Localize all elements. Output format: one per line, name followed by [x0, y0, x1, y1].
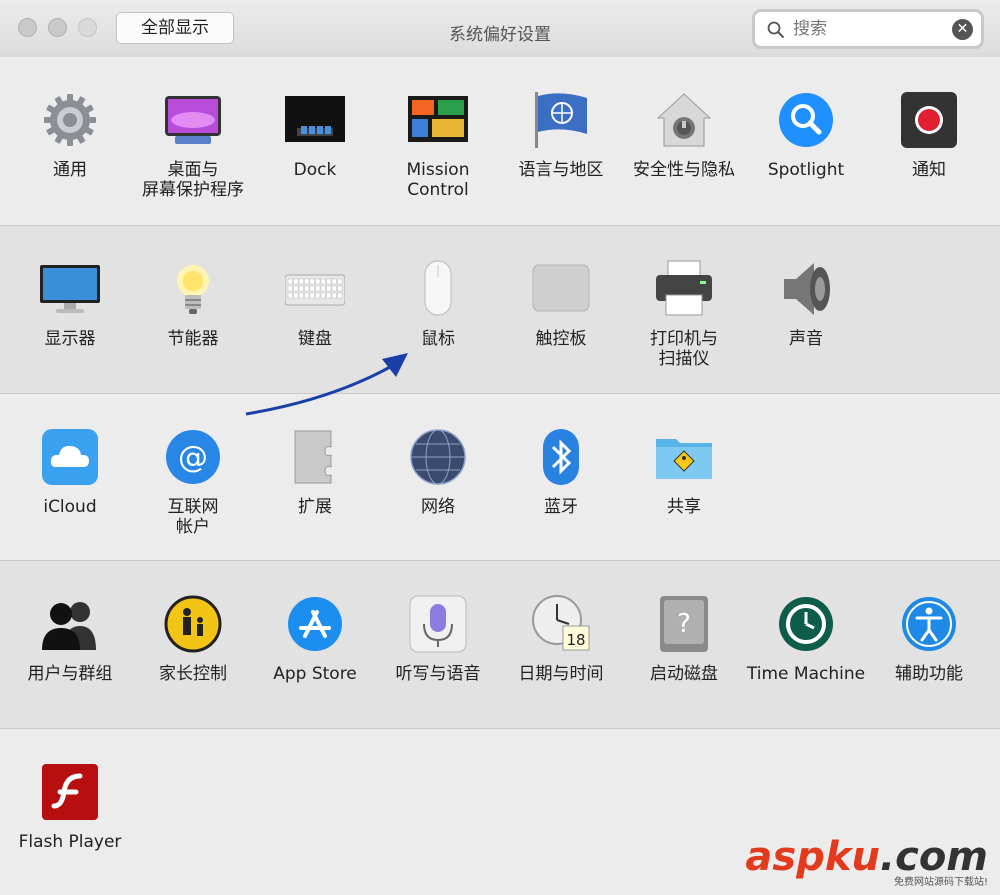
- pref-pane-label: 声音: [789, 329, 823, 349]
- pref-pane-label: 启动磁盘: [650, 664, 718, 684]
- pref-pane-label: App Store: [273, 664, 357, 684]
- users-icon: [40, 594, 100, 654]
- flash-player-icon: [40, 762, 100, 822]
- globe-icon: [408, 427, 468, 487]
- pref-pane-label: 蓝牙: [544, 497, 578, 517]
- minimize-window-button[interactable]: [48, 18, 67, 37]
- accessibility-icon: [899, 594, 959, 654]
- pane-row-personal: 通用 桌面与 屏幕保护程序 Dock Mission Control 语言与地区 安全性与…: [0, 57, 1000, 226]
- pref-pane-label: 听写与语音: [395, 664, 481, 684]
- microphone-icon: [408, 594, 468, 654]
- dock-icon: [285, 90, 345, 150]
- monitor-icon: [40, 259, 100, 319]
- pref-pane-label: iCloud: [43, 497, 97, 517]
- speaker-icon: [776, 259, 836, 319]
- annotation-arrow: [245, 353, 408, 416]
- pref-pane-label: 扩展: [298, 497, 332, 517]
- pref-pane-label: Time Machine: [746, 664, 866, 684]
- puzzle-icon: [285, 427, 345, 487]
- search-field[interactable]: ✕: [752, 9, 984, 49]
- pref-pane-label: Dock: [293, 160, 337, 180]
- pref-pane-label: Mission Control: [406, 160, 470, 200]
- hard-disk-icon: ?: [654, 594, 714, 654]
- pref-pane-label: 通用: [53, 160, 87, 180]
- bluetooth-icon: [531, 427, 591, 487]
- lock-house-icon: [654, 90, 714, 150]
- pref-pane-label: Flash Player: [18, 832, 122, 852]
- pref-pane-label: Spotlight: [767, 160, 845, 180]
- printer-icon: [654, 259, 714, 319]
- pref-pane-label: 互联网 帐户: [167, 497, 219, 537]
- time-machine-icon: [776, 594, 836, 654]
- pane-row-internet: iCloud @ 互联网 帐户 扩展 网络 蓝牙 共享: [0, 394, 1000, 561]
- search-icon: [767, 21, 785, 43]
- pref-pane-label: 节能器: [167, 329, 219, 349]
- pref-pane-label: 网络: [421, 497, 455, 517]
- magnifier-icon: [776, 90, 836, 150]
- un-flag-icon: [531, 90, 591, 150]
- app-store-icon: [285, 594, 345, 654]
- zoom-window-button[interactable]: [78, 18, 97, 37]
- pref-pane-label: 日期与时间: [518, 664, 604, 684]
- calendar-badge: 18: [566, 631, 585, 649]
- watermark-text-b: ku: [824, 834, 880, 880]
- show-all-button[interactable]: 全部显示: [116, 12, 234, 44]
- parental-icon: [163, 594, 223, 654]
- pref-pane-label: 打印机与 扫描仪: [650, 329, 718, 369]
- clock-calendar-icon: 18: [531, 594, 591, 654]
- pref-pane-label: 辅助功能: [895, 664, 963, 684]
- title-bar: 全部显示 系统偏好设置 ✕: [0, 0, 1000, 58]
- pane-row-system: 用户与群组 家长控制 App Store 听写与语音 18 日期与时间? 启动磁盘 Time …: [0, 561, 1000, 729]
- at-sign-icon: @: [163, 427, 223, 487]
- mission-control-icon: [408, 90, 468, 150]
- pref-pane-label: 触控板: [535, 329, 587, 349]
- search-input[interactable]: [793, 17, 943, 41]
- watermark-text-a: asp: [745, 834, 825, 880]
- pref-pane-label: 语言与地区: [518, 160, 604, 180]
- pref-pane-label: 用户与群组: [27, 664, 113, 684]
- trackpad-icon: [531, 259, 591, 319]
- pref-pane-label: 家长控制: [159, 664, 227, 684]
- pref-pane-label: 通知: [912, 160, 946, 180]
- pref-pane-label: 共享: [667, 497, 701, 517]
- desktop-screensaver-icon: [163, 90, 223, 150]
- svg-text:?: ?: [677, 609, 691, 639]
- gear-icon: [40, 90, 100, 150]
- shared-folder-icon: [654, 427, 714, 487]
- pane-row-hardware: 显示器 节能器 键盘 鼠标 触控板 打印机与 扫描仪 声音: [0, 226, 1000, 394]
- svg-text:@: @: [178, 440, 208, 475]
- clear-search-icon[interactable]: ✕: [952, 19, 973, 40]
- pref-pane-label: 桌面与 屏幕保护程序: [142, 160, 244, 200]
- notifications-icon: [899, 90, 959, 150]
- watermark: aspku.com 免费网站源码下载站!: [745, 837, 988, 889]
- watermark-text-c: .com: [879, 834, 988, 880]
- mouse-icon: [408, 259, 468, 319]
- lightbulb-icon: [163, 259, 223, 319]
- close-window-button[interactable]: [18, 18, 37, 37]
- pref-pane-label: 安全性与隐私: [633, 160, 735, 180]
- cloud-icon: [40, 427, 100, 487]
- keyboard-icon: [284, 259, 346, 319]
- pref-pane-label: 显示器: [44, 329, 96, 349]
